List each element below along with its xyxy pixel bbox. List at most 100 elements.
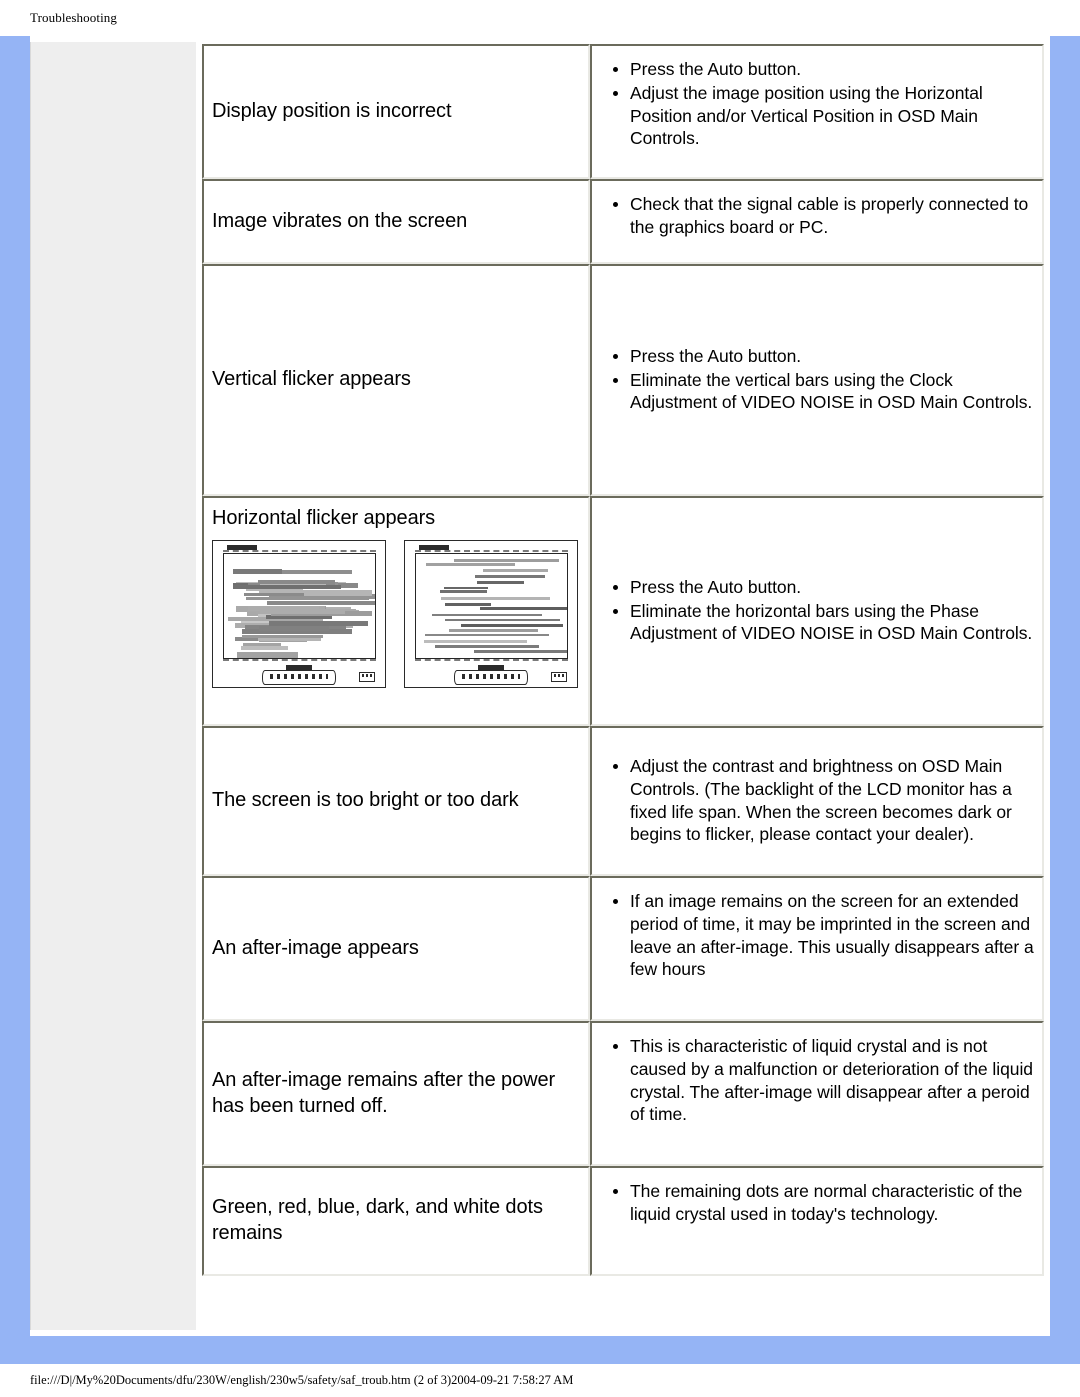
screen-noise-bar	[477, 581, 524, 584]
screen-noise-bar	[479, 606, 567, 610]
solution-cell: The remaining dots are normal characteri…	[590, 1166, 1044, 1276]
solution-list-item: Eliminate the vertical bars using the Cl…	[613, 369, 1033, 413]
screen-noise-bar	[445, 618, 560, 622]
solution-list: This is characteristic of liquid crystal…	[600, 1035, 1034, 1126]
monitor-bezel-bottom	[223, 658, 376, 661]
screen-noise-bar	[424, 633, 549, 637]
solution-list: Press the Auto button. Eliminate the hori…	[600, 576, 1034, 645]
screen-noise-bar	[268, 621, 369, 626]
table-row: An after-image appears If an image remain…	[202, 876, 1044, 1021]
screen-noise-bar	[241, 646, 288, 651]
troubleshooting-table-body: Display position is incorrect Press the A…	[202, 44, 1044, 1276]
screen-noise-bar	[426, 563, 515, 566]
monitor-control-panel	[262, 669, 336, 685]
symptom-cell: An after-image remains after the power h…	[202, 1021, 590, 1166]
symptom-label: An after-image remains after the power h…	[212, 1068, 556, 1117]
table-row: Image vibrates on the screen Check that t…	[202, 179, 1044, 264]
solution-list: Press the Auto button. Eliminate the vert…	[600, 345, 1034, 414]
solution-list-item: Adjust the contrast and brightness on OS…	[613, 755, 1034, 846]
solution-list-item: Check that the signal cable is properly …	[613, 193, 1034, 239]
solution-cell: This is characteristic of liquid crystal…	[590, 1021, 1044, 1166]
solution-cell: Press the Auto button. Eliminate the hori…	[590, 496, 1044, 726]
troubleshooting-table: Display position is incorrect Press the A…	[202, 44, 1044, 1276]
screen-noise-bar	[444, 586, 489, 590]
solution-list-item: Press the Auto button.	[613, 345, 1034, 368]
screen-noise-bar	[434, 645, 540, 648]
symptom-label: Green, red, blue, dark, and white dots r…	[212, 1196, 543, 1244]
monitor-control-panel	[454, 669, 528, 685]
solution-list: Adjust the contrast and brightness on OS…	[600, 755, 1034, 846]
screen-noise-bar	[475, 574, 546, 578]
screen-noise-bar	[432, 613, 542, 617]
screen-noise-bar	[247, 606, 319, 611]
left-navigation-column	[30, 42, 196, 1330]
page-title: Troubleshooting	[30, 10, 117, 25]
symptom-label: An after-image appears	[212, 936, 419, 959]
symptom-cell: Image vibrates on the screen	[202, 179, 590, 264]
table-row: The screen is too bright or too dark Adju…	[202, 726, 1044, 876]
symptom-cell: The screen is too bright or too dark	[202, 726, 590, 876]
symptom-label: The screen is too bright or too dark	[212, 789, 519, 812]
screen-noise-bar	[423, 640, 527, 643]
monitor-with-horizontal-flicker	[212, 539, 386, 688]
symptom-label: Horizontal flicker appears	[212, 507, 436, 529]
table-row: An after-image remains after the power h…	[202, 1021, 1044, 1166]
solution-list-item: Press the Auto button.	[613, 58, 1034, 81]
solution-cell: Check that the signal cable is properly …	[590, 179, 1044, 264]
screen-noise-bar	[440, 590, 488, 593]
solution-list-item: Adjust the image position using the Hori…	[613, 82, 1034, 150]
solution-list: If an image remains on the screen for an…	[600, 890, 1034, 981]
screen-noise-bar	[448, 628, 539, 632]
document-frame: Display position is incorrect Press the A…	[0, 36, 1080, 1364]
monitor-screen	[415, 552, 568, 659]
monitor-bezel-top	[415, 549, 568, 552]
screen-noise-bar	[233, 585, 341, 589]
screen-noise-bar	[473, 650, 567, 653]
solution-list: Press the Auto button. Adjust the image p…	[600, 58, 1034, 150]
solution-list: The remaining dots are normal characteri…	[600, 1180, 1034, 1226]
solution-list-item: Eliminate the horizontal bars using the …	[613, 600, 1033, 644]
screen-noise-bar	[454, 559, 559, 563]
screen-noise-bar	[237, 651, 298, 658]
symptom-label: Display position is incorrect	[212, 99, 452, 122]
monitor-without-flicker	[404, 539, 578, 688]
document-page: Display position is incorrect Press the A…	[30, 36, 1050, 1336]
solution-list-item: If an image remains on the screen for an…	[613, 891, 1034, 980]
table-row: Display position is incorrect Press the A…	[202, 44, 1044, 179]
monitor-illustration-group	[212, 532, 580, 694]
solution-list-item: This is characteristic of liquid crystal…	[613, 1036, 1033, 1125]
table-row: Horizontal flicker appears Press the Auto…	[202, 496, 1044, 726]
solution-cell: Press the Auto button. Eliminate the vert…	[590, 264, 1044, 496]
monitor-bezel-bottom	[415, 658, 568, 661]
screen-noise-bar	[444, 603, 491, 606]
symptom-cell: Vertical flicker appears	[202, 264, 590, 496]
solution-list-item: The remaining dots are normal characteri…	[613, 1180, 1034, 1226]
monitor-power-button	[551, 671, 567, 682]
screen-noise-bar	[258, 626, 329, 631]
symptom-cell: Horizontal flicker appears	[202, 496, 590, 726]
monitor-bezel-top	[223, 549, 376, 552]
screen-noise-bar	[482, 568, 548, 572]
screen-noise-bar	[232, 568, 282, 575]
solution-cell: Adjust the contrast and brightness on OS…	[590, 726, 1044, 876]
page-header: Troubleshooting	[0, 0, 1080, 36]
file-path-text: file:///D|/My%20Documents/dfu/230W/engli…	[30, 1373, 574, 1387]
solution-cell: If an image remains on the screen for an…	[590, 876, 1044, 1021]
monitor-screen	[223, 552, 376, 659]
table-row: Green, red, blue, dark, and white dots r…	[202, 1166, 1044, 1276]
screen-noise-bar	[241, 634, 323, 639]
symptom-label: Vertical flicker appears	[212, 368, 411, 391]
monitor-power-button	[359, 671, 375, 682]
screen-noise-bar	[461, 624, 564, 627]
symptom-label: Image vibrates on the screen	[212, 209, 468, 232]
screen-noise-bar	[244, 593, 305, 597]
symptom-cell: Display position is incorrect	[202, 44, 590, 179]
screen-noise-bar	[440, 597, 550, 600]
symptom-cell: An after-image appears	[202, 876, 590, 1021]
table-row: Vertical flicker appears Press the Auto b…	[202, 264, 1044, 496]
page-footer: file:///D|/My%20Documents/dfu/230W/engli…	[0, 1364, 1080, 1397]
symptom-cell: Green, red, blue, dark, and white dots r…	[202, 1166, 590, 1276]
solution-list-item: Press the Auto button.	[613, 576, 1034, 599]
screen-noise-bar	[245, 597, 370, 601]
solution-list: Check that the signal cable is properly …	[600, 193, 1034, 239]
